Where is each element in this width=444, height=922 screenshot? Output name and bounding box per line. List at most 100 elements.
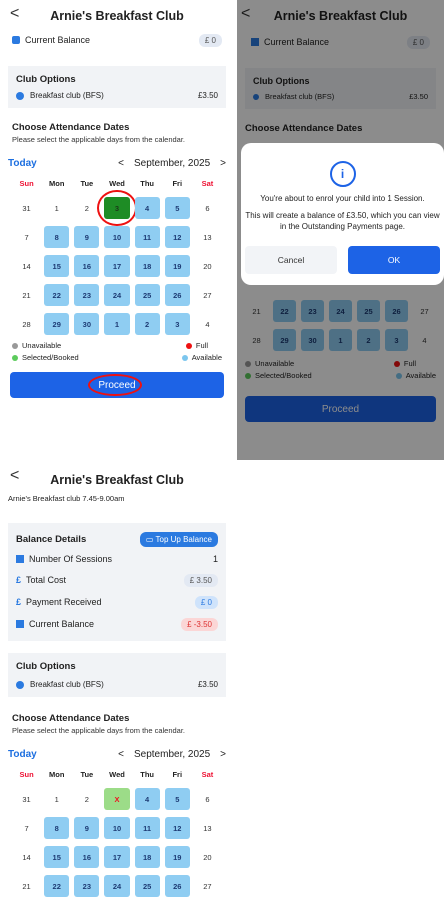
- proceed-button[interactable]: Proceed: [10, 372, 224, 398]
- weekday-header: Thu: [140, 179, 154, 188]
- calendar-day: 31: [22, 794, 31, 804]
- calendar-day: 20: [203, 261, 212, 271]
- info-icon: i: [329, 161, 356, 187]
- calendar-day[interactable]: 9: [74, 817, 100, 839]
- back-button[interactable]: <: [10, 5, 19, 23]
- weekday-header: Sun: [19, 770, 34, 779]
- calendar-day: 13: [203, 232, 212, 242]
- attendance-hint-3: Please select the applicable days from t…: [12, 726, 186, 735]
- ok-button[interactable]: OK: [348, 246, 440, 274]
- calendar-day[interactable]: 22: [44, 284, 70, 306]
- next-month-button-3[interactable]: >: [220, 749, 226, 760]
- calendar-day[interactable]: 4: [134, 197, 160, 219]
- calendar-day[interactable]: 16: [74, 846, 100, 868]
- calendar-day[interactable]: 10: [104, 817, 130, 839]
- calendar-day[interactable]: 30: [74, 313, 100, 335]
- calendar-day: 21: [22, 290, 31, 300]
- calendar-day[interactable]: 18: [134, 255, 160, 277]
- calendar-day[interactable]: 4: [134, 788, 160, 810]
- calendar-day[interactable]: 3: [164, 313, 190, 335]
- calendar-day: 21: [22, 881, 31, 891]
- payment-received-label: Payment Received: [26, 597, 102, 607]
- page-title: Arnie's Breakfast Club: [50, 9, 184, 23]
- screen-3: < Arnie's Breakfast Club Arnie's Breakfa…: [0, 462, 234, 922]
- calendar-day[interactable]: 11: [134, 226, 160, 248]
- calendar-day[interactable]: 11: [134, 817, 160, 839]
- calendar-day[interactable]: 2: [134, 313, 160, 335]
- cancel-button[interactable]: Cancel: [245, 246, 337, 274]
- calendar-day[interactable]: 10: [104, 226, 130, 248]
- calendar-day[interactable]: 24: [104, 284, 130, 306]
- today-button-3[interactable]: Today: [8, 749, 37, 760]
- calendar-day[interactable]: 19: [164, 846, 190, 868]
- calendar-day[interactable]: 8: [44, 817, 70, 839]
- calendar-day: 13: [203, 823, 212, 833]
- calendar-day[interactable]: 12: [164, 226, 190, 248]
- modal-text-1: You're about to enrol your child into 1 …: [260, 194, 425, 203]
- calendar-day[interactable]: 17: [104, 846, 130, 868]
- prev-month-button[interactable]: <: [118, 158, 124, 169]
- calendar-day[interactable]: 5: [164, 788, 190, 810]
- sessions-value: 1: [212, 554, 218, 564]
- calendar-day[interactable]: 9: [74, 226, 100, 248]
- attendance-hint: Please select the applicable days from t…: [12, 135, 186, 144]
- calendar-day: 20: [203, 852, 212, 862]
- calendar-day[interactable]: 26: [164, 284, 190, 306]
- sessions-row: Number Of Sessions 1: [16, 549, 218, 569]
- calendar-header-3: Today < September, 2025 >: [0, 743, 234, 765]
- calendar-header: Today < September, 2025 >: [0, 152, 234, 174]
- weekday-header: Thu: [140, 770, 154, 779]
- club-option-item-3[interactable]: Breakfast club (BFS): [30, 680, 104, 689]
- radio-selected-icon-3[interactable]: [16, 680, 24, 689]
- calendar-day[interactable]: 19: [164, 255, 190, 277]
- club-option-price-3: £3.50: [197, 680, 218, 689]
- calendar-day: 4: [205, 319, 210, 329]
- attendance-title-3: Choose Attendance Dates: [12, 713, 130, 724]
- calendar-day[interactable]: 24: [104, 875, 130, 897]
- confirm-modal: i You're about to enrol your child into …: [241, 143, 444, 285]
- legend-available: Available: [119, 353, 222, 362]
- top-up-label: Top Up Balance: [155, 534, 212, 544]
- calendar-month-3: September, 2025: [133, 748, 211, 760]
- calendar-day[interactable]: 15: [44, 255, 70, 277]
- header: < Arnie's Breakfast Club: [0, 0, 234, 32]
- calendar-day[interactable]: 16: [74, 255, 100, 277]
- calendar-day[interactable]: 18: [134, 846, 160, 868]
- calendar-day[interactable]: X: [104, 788, 130, 810]
- prev-month-button-3[interactable]: <: [118, 749, 124, 760]
- calendar-day[interactable]: 23: [74, 875, 100, 897]
- top-up-button[interactable]: ▭ Top Up Balance: [139, 531, 218, 547]
- highlight-circle-day: [97, 190, 137, 226]
- attendance-title: Choose Attendance Dates: [12, 122, 130, 133]
- weekday-header: Sat: [201, 770, 214, 779]
- calendar-day[interactable]: 3: [97, 190, 137, 226]
- total-cost-value: £ 3.50: [183, 573, 218, 587]
- calendar-day[interactable]: 29: [44, 313, 70, 335]
- calendar-day[interactable]: 22: [44, 875, 70, 897]
- calendar-day[interactable]: 17: [104, 255, 130, 277]
- calendar-day[interactable]: 25: [134, 875, 160, 897]
- calendar-day[interactable]: 12: [164, 817, 190, 839]
- calendar-day[interactable]: 8: [44, 226, 70, 248]
- calendar-grid: Sun Mon Tue Wed Thu Fri Sat 31 1 2 3 4 5 6 7 8 9 10 11 12 13…: [0, 178, 234, 335]
- back-button-3[interactable]: <: [10, 467, 19, 485]
- weekday-header: Mon: [49, 770, 65, 779]
- calendar-day[interactable]: 23: [74, 284, 100, 306]
- calendar-day[interactable]: 25: [134, 284, 160, 306]
- next-month-button[interactable]: >: [220, 158, 226, 169]
- calendar-grid-3: Sun Mon Tue Wed Thu Fri Sat 31 1 2 X 4 5 6 7 8 9 10 11 12 13…: [0, 769, 234, 897]
- club-option-item[interactable]: Breakfast club (BFS): [30, 91, 104, 100]
- wallet-icon-3: [16, 620, 24, 628]
- screen-1: < Arnie's Breakfast Club Current Balance…: [0, 0, 234, 460]
- calendar-day[interactable]: 1: [104, 313, 130, 335]
- current-balance-row: Current Balance £ 0: [0, 30, 234, 50]
- today-button[interactable]: Today: [8, 158, 37, 169]
- calendar-day[interactable]: 15: [44, 846, 70, 868]
- weekday-header: Wed: [109, 770, 125, 779]
- calendar-day[interactable]: 5: [164, 197, 190, 219]
- sessions-label: Number Of Sessions: [29, 554, 113, 564]
- calendar-day: 7: [24, 232, 29, 242]
- page-title-3: Arnie's Breakfast Club: [50, 473, 184, 487]
- radio-selected-icon[interactable]: [16, 91, 24, 100]
- calendar-day[interactable]: 26: [164, 875, 190, 897]
